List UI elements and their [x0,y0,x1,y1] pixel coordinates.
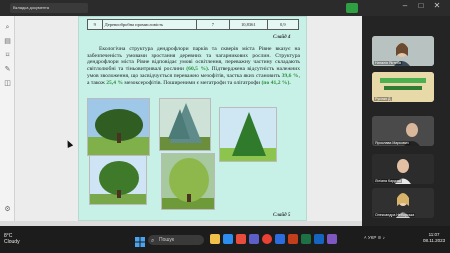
paragraph-text: мезоксерофітів. Поширеними є мегатрофи т… [123,79,262,86]
page-thumbnails-icon[interactable]: ▤ [4,38,11,45]
table-cell: 9 [87,19,103,30]
participant-tile[interactable]: Ліліана Кардаш [372,154,434,184]
start-icon[interactable] [135,234,145,247]
participant-name: Ліліана Кардаш [374,179,403,183]
participant-name: Олександра Неборська [374,213,416,217]
date: 08.11.2023 [423,238,446,243]
mail-icon[interactable] [236,234,246,244]
teams-icon[interactable] [249,234,259,244]
table-row: 9 Деревообробна промисловість 7 10,8361 … [87,19,300,30]
fir-tree-photo [219,107,277,162]
chrome-icon[interactable] [262,234,272,244]
taskbar-apps [210,234,337,244]
shared-document-window: ⌕ ▤ ⌑ ✎ ◫ ⚙ 9 Деревообробна промисловіст… [0,16,376,226]
participants-panel: Наталія Ястеба Руслан Д. Ярослава Марков… [362,16,450,226]
participant-name: Ярослава Маркович [374,141,410,145]
comment-icon[interactable]: ✎ [4,66,11,73]
document-view[interactable]: 9 Деревообробна промисловість 7 10,8361 … [15,16,376,226]
window-controls: – □ ✕ [400,1,442,11]
language-indicator[interactable]: УКР [368,235,376,240]
weather-label: Cloudy [4,239,20,245]
file-explorer-icon[interactable] [210,234,220,244]
edge-icon[interactable] [223,234,233,244]
highlight-value: 39,6 % [281,72,299,79]
minimize-icon[interactable]: – [400,1,410,11]
document-page: 9 Деревообробна промисловість 7 10,8361 … [78,16,307,221]
clock[interactable]: 11:07 08.11.2023 [423,232,445,244]
weather-widget[interactable]: 8°C Cloudy [4,233,20,245]
settings-icon[interactable]: ⚙ [4,206,11,213]
top-bar: Вкладка документа – □ ✕ [0,0,450,16]
oak-tree-photo [87,98,150,156]
app-icon[interactable] [327,234,337,244]
data-table: 9 Деревообробна промисловість 7 10,8361 … [87,19,300,30]
highlight-value: (60,5 %). [186,66,210,73]
participant-name: Руслан Д. [374,97,393,101]
search-box[interactable]: ⌕ Пошук [148,235,204,245]
search-placeholder: Пошук [159,237,175,243]
willow-tree-photo [161,153,215,210]
table-cell: 0,9 [266,19,300,30]
close-icon[interactable]: ✕ [432,1,442,11]
wifi-icon[interactable]: ≋ [378,235,382,240]
excel-icon[interactable] [301,234,311,244]
left-toolbar: ⌕ ▤ ⌑ ✎ ◫ ⚙ [0,16,15,226]
maximize-icon[interactable]: □ [416,1,426,11]
maple-tree-photo [89,155,147,205]
table-cell: 10,8361 [229,19,268,30]
slide-label: Слайд 4 [273,35,291,40]
document-tab[interactable]: Вкладка документа [10,3,88,13]
spruce-tree-photo [159,98,211,151]
highlight-value: (по 41,2 %). [261,79,291,86]
powerpoint-icon[interactable] [288,234,298,244]
slide-label: Слайд 5 [273,213,291,218]
system-tray[interactable]: ˄ УКР ≋ ♪ [364,235,385,241]
participant-tile[interactable]: Ярослава Маркович [372,116,434,146]
participant-tile[interactable]: Олександра Неборська [372,188,434,218]
participant-tile[interactable]: Руслан Д. [372,72,434,102]
search-icon[interactable]: ⌕ [4,24,11,31]
body-paragraph: Екологічна структура дендрофлори парків … [87,46,300,86]
bookmark-icon[interactable]: ⌑ [4,52,11,59]
word-icon[interactable] [275,234,285,244]
layers-icon[interactable]: ◫ [4,80,11,87]
table-cell: Деревообробна промисловість [101,19,197,30]
zoom-icon[interactable] [314,234,324,244]
taskbar: 8°C Cloudy ⌕ Пошук ˄ УКР ≋ ♪ 11:07 08.11… [0,226,450,253]
participant-tile[interactable]: Наталія Ястеба [372,36,434,66]
participant-name: Наталія Ястеба [374,61,402,65]
highlight-value: 25,4 % [106,79,124,86]
table-cell: 7 [195,19,231,30]
search-icon: ⌕ [151,238,155,244]
sharing-indicator [346,3,358,13]
chevron-up-icon[interactable]: ˄ [364,235,367,240]
volume-icon[interactable]: ♪ [383,235,385,240]
